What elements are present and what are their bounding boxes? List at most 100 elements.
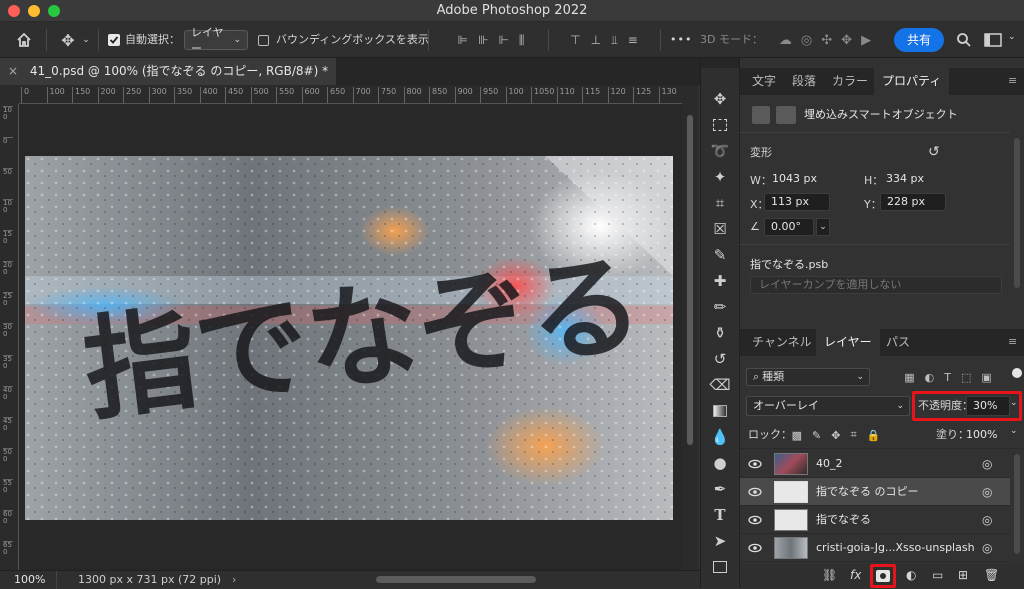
smart-filter-icon[interactable]: ◎ — [982, 541, 992, 555]
auto-select-checkbox[interactable] — [108, 34, 120, 46]
blend-mode-dropdown[interactable]: オーバーレイ ⌄ — [746, 396, 910, 416]
zoom-window-button[interactable] — [48, 5, 60, 17]
layer-name[interactable]: 指でなぞる のコピー — [816, 478, 919, 506]
smart-filter-icon[interactable]: ◎ — [982, 513, 992, 527]
filter-adjustment-icon[interactable]: ◐ — [925, 371, 935, 384]
layer-comp-dropdown[interactable]: レイヤーカンプを適用しない — [750, 276, 1002, 294]
type-tool-icon[interactable]: T — [701, 502, 739, 528]
y-position-field[interactable]: 228 px — [880, 193, 946, 211]
lock-pixels-icon[interactable]: ✎ — [812, 429, 821, 442]
bounding-box-checkbox[interactable] — [258, 35, 269, 46]
gradient-tool-icon[interactable] — [701, 398, 739, 424]
lock-artboard-icon[interactable]: ⌗ — [850, 428, 856, 442]
properties-scrollbar[interactable] — [1014, 138, 1020, 288]
rectangle-tool-icon[interactable] — [701, 554, 739, 580]
magic-wand-icon[interactable]: ✦ — [701, 164, 739, 190]
tab-properties[interactable]: プロパティ — [874, 68, 950, 95]
marquee-tool-icon[interactable] — [701, 112, 739, 138]
reset-transform-icon[interactable]: ↺ — [928, 144, 940, 160]
filter-smart-icon[interactable]: ▣ — [981, 371, 991, 384]
eye-icon[interactable] — [748, 485, 762, 499]
layer-row[interactable]: 指でなぞる ◎ — [740, 506, 1010, 534]
chevron-down-icon[interactable]: ⌄ — [816, 218, 830, 236]
lock-all-icon[interactable]: 🔒 — [867, 429, 881, 442]
layer-row-selected[interactable]: 指でなぞる のコピー ◎ — [740, 478, 1010, 506]
close-window-button[interactable] — [8, 5, 20, 17]
smart-filter-icon[interactable]: ◎ — [982, 457, 992, 471]
brush-tool-icon[interactable]: ✏ — [701, 294, 739, 320]
layer-row[interactable]: cristi-goia-Jg...Xsso-unsplash ◎ — [740, 534, 1010, 562]
horizontal-ruler[interactable]: 0 100 150 200 250 300 350 400 450 500 550 600 650 700… — [19, 85, 682, 104]
vertical-scrollbar[interactable] — [682, 85, 698, 570]
add-mask-icon[interactable] — [876, 570, 890, 582]
search-icon[interactable] — [954, 30, 974, 50]
close-tab-icon[interactable]: × — [8, 64, 18, 78]
x-position-field[interactable]: 113 px — [764, 193, 830, 211]
vertical-ruler[interactable]: 100 0 50 100 150 200 250 300 350 400 450 500 550 600 6… — [0, 104, 19, 570]
orbit-3d-icon[interactable]: ☁ — [779, 33, 792, 48]
lock-position-icon[interactable]: ✥ — [831, 429, 840, 442]
layer-row[interactable]: 40_2 ◎ — [740, 450, 1010, 478]
path-selection-icon[interactable]: ➤ — [701, 528, 739, 554]
document-tab[interactable]: × 41_0.psd @ 100% (指でなぞる のコピー, RGB/8#) * — [0, 58, 337, 85]
tab-paragraph[interactable]: 段落 — [784, 68, 824, 95]
align-center-h-icon[interactable]: ⊪ — [478, 33, 488, 47]
roll-3d-icon[interactable]: ◎ — [801, 33, 812, 48]
horizontal-scroll-thumb[interactable] — [376, 576, 536, 583]
dodge-tool-icon[interactable]: ● — [701, 450, 739, 476]
auto-select-target-dropdown[interactable]: レイヤー ⌄ — [184, 26, 248, 55]
pen-tool-icon[interactable]: ✒ — [701, 476, 739, 502]
drag-3d-icon[interactable]: ✣ — [821, 33, 832, 48]
clone-stamp-icon[interactable]: ⚱ — [701, 320, 739, 346]
fill-field[interactable]: 100% — [966, 426, 1006, 444]
trash-icon[interactable]: 🗑 — [984, 568, 999, 582]
history-brush-icon[interactable]: ↺ — [701, 346, 739, 372]
align-right-icon[interactable]: ⊩ — [498, 33, 508, 47]
panel-menu-icon[interactable]: ≡ — [1008, 74, 1017, 87]
tab-color[interactable]: カラー — [824, 68, 876, 95]
tab-paths[interactable]: パス — [878, 329, 918, 356]
slide-3d-icon[interactable]: ✥ — [841, 33, 852, 48]
move-tool-icon[interactable]: ✥ — [58, 30, 78, 50]
panel-menu-icon[interactable]: ≡ — [1008, 335, 1017, 348]
filter-toggle[interactable] — [1012, 368, 1022, 378]
distribute-h-icon[interactable]: ⫼ — [519, 33, 525, 48]
layer-name[interactable]: 40_2 — [816, 450, 843, 478]
distribute-v-icon[interactable]: ≡ — [628, 33, 638, 47]
tools-panel-header[interactable] — [701, 58, 739, 68]
zoom-level[interactable]: 100% — [14, 572, 45, 588]
chevron-down-icon[interactable]: ⌄ — [80, 30, 92, 50]
tab-channels[interactable]: チャンネル — [744, 329, 820, 356]
opacity-field[interactable]: 30% — [966, 396, 1010, 416]
filter-shape-icon[interactable]: ⬚ — [961, 371, 971, 384]
canvas-area[interactable]: 指でなぞる — [19, 104, 682, 570]
fx-icon[interactable]: fx — [850, 568, 861, 582]
crop-tool-icon[interactable]: ⌗ — [701, 190, 739, 216]
align-vertical-icons[interactable]: ⊤ ⊥ ⫫ ≡ — [554, 30, 654, 50]
link-icon[interactable]: ⛓ — [822, 568, 837, 582]
align-left-icon[interactable]: ⊫ — [458, 33, 468, 47]
minimize-window-button[interactable] — [28, 5, 40, 17]
eye-icon[interactable] — [748, 541, 762, 555]
folder-icon[interactable]: ▭ — [932, 568, 943, 582]
3d-mode-icons[interactable]: ☁ ◎ ✣ ✥ ▶ — [762, 30, 888, 50]
workspace-icon[interactable] — [982, 30, 1004, 50]
filter-pixel-icon[interactable]: ▦ — [904, 371, 914, 384]
height-value[interactable]: 334 px — [886, 172, 924, 185]
blur-tool-icon[interactable]: 💧 — [701, 424, 739, 450]
eye-icon[interactable] — [748, 513, 762, 527]
align-horizontal-icons[interactable]: ⊫ ⊪ ⊩ ⫼ — [436, 30, 546, 50]
camera-3d-icon[interactable]: ▶ — [861, 33, 871, 48]
smart-filter-icon[interactable]: ◎ — [982, 485, 992, 499]
align-top-icon[interactable]: ⊤ — [570, 33, 580, 47]
layer-filter-dropdown[interactable]: ⌕ 種類 ⌄ — [746, 368, 870, 386]
move-tool-icon[interactable]: ✥ — [701, 86, 739, 112]
document-artwork[interactable]: 指でなぞる — [25, 156, 673, 520]
share-button[interactable]: 共有 — [894, 28, 944, 52]
more-options-button[interactable]: ••• — [670, 32, 692, 48]
chevron-down-icon[interactable]: ⌄ — [1010, 398, 1018, 408]
scroll-thumb[interactable] — [687, 115, 693, 445]
layers-scrollbar[interactable] — [1014, 454, 1020, 554]
lock-transparent-icon[interactable]: ▩ — [792, 429, 802, 442]
frame-tool-icon[interactable]: ☒ — [701, 216, 739, 242]
